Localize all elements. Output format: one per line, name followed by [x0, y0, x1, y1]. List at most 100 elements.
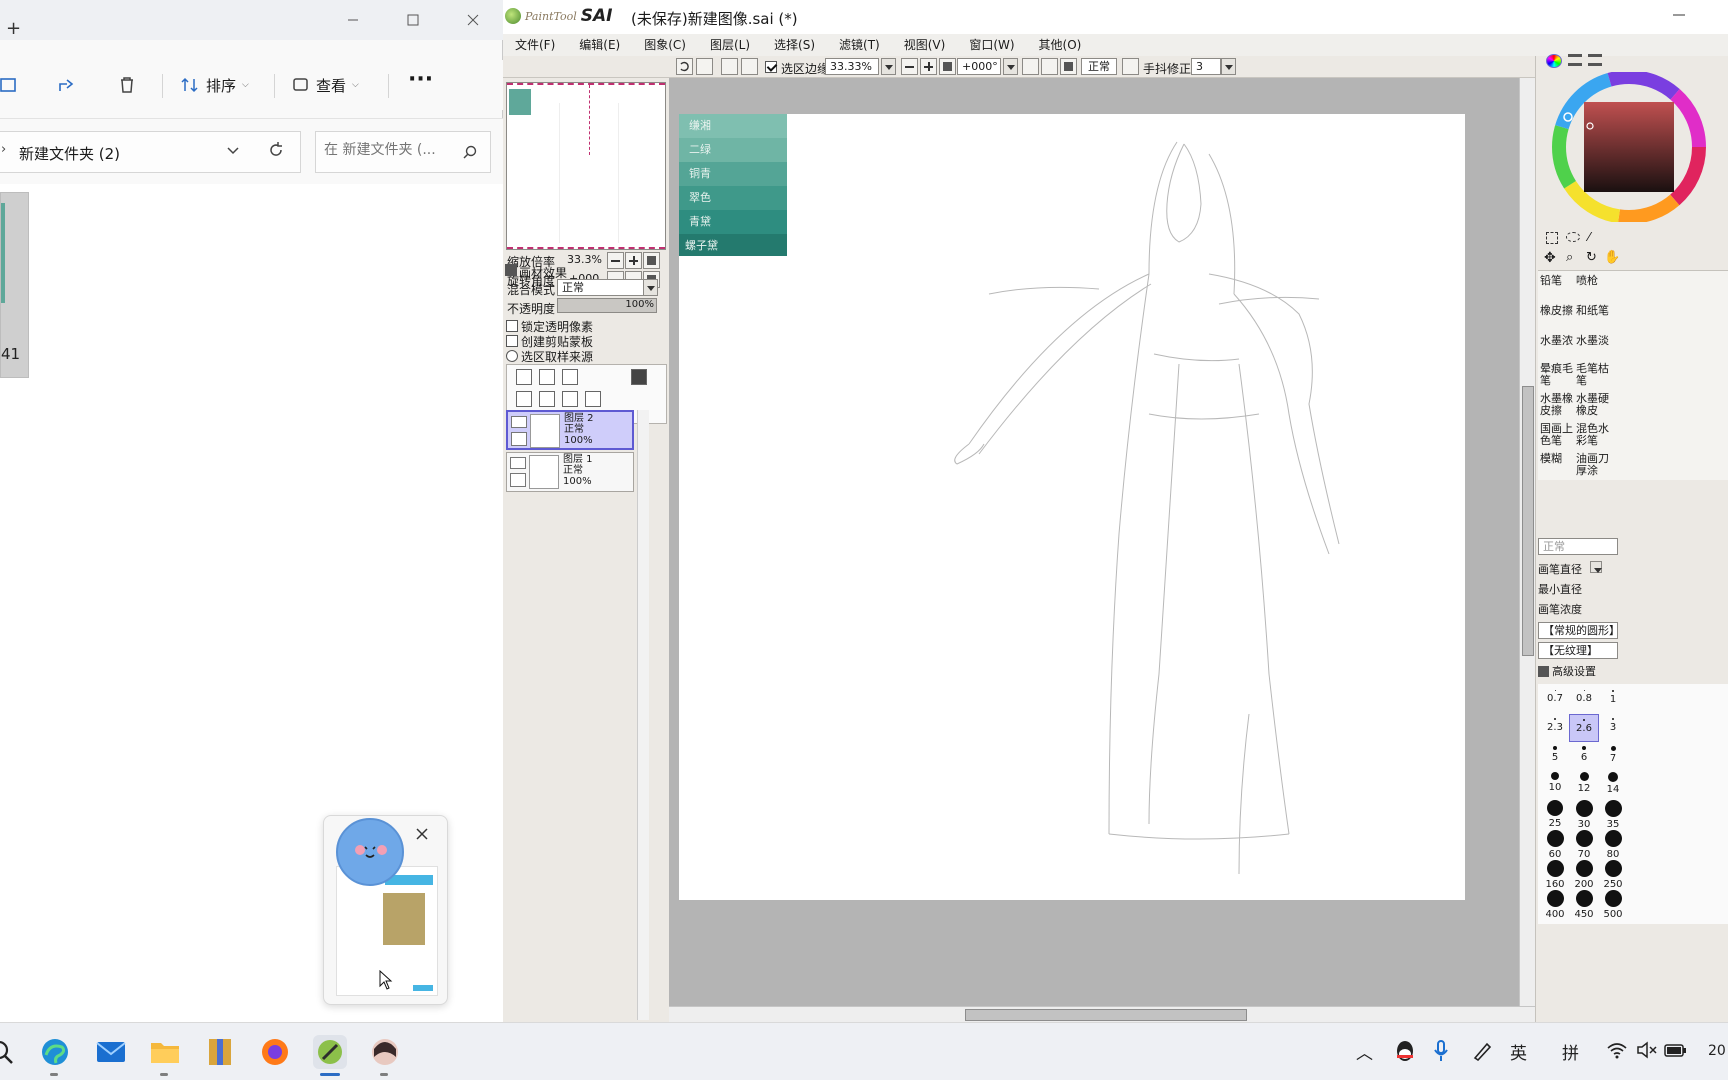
search-taskbar-button[interactable]	[0, 1035, 18, 1069]
size-cell[interactable]: 1	[1598, 690, 1628, 705]
rotate-reset-button[interactable]	[1060, 58, 1077, 75]
lock-transparency-checkbox[interactable]	[506, 320, 518, 332]
size-cell[interactable]: 70	[1569, 830, 1599, 860]
size-cell[interactable]: 12	[1569, 772, 1599, 794]
advanced-settings-label[interactable]: 高级设置	[1552, 666, 1596, 678]
selection-source-radio[interactable]	[506, 350, 518, 362]
invert-selection-button[interactable]	[741, 58, 758, 75]
tool-pencil[interactable]: 铅笔	[1540, 275, 1562, 287]
tool-dry-brush[interactable]: 毛笔枯笔	[1576, 363, 1610, 387]
size-cell[interactable]: 400	[1540, 890, 1570, 920]
rotation-dropdown[interactable]	[1003, 58, 1018, 75]
menu-edit[interactable]: 编辑(E)	[567, 34, 632, 56]
rect-select-icon[interactable]	[1546, 232, 1558, 244]
zoom-field[interactable]: 33.33%	[825, 58, 879, 75]
new-folder-icon[interactable]	[562, 369, 578, 385]
clear-layer-icon[interactable]	[562, 391, 578, 407]
zoom-tool-icon[interactable]: ⌕	[1566, 250, 1573, 265]
deselect-button[interactable]	[721, 58, 738, 75]
menu-selection[interactable]: 选择(S)	[762, 34, 827, 56]
canvas-horizontal-scrollbar[interactable]	[669, 1006, 1535, 1022]
size-cell[interactable]: 10	[1540, 772, 1570, 793]
ime-mode-indicator[interactable]: 拼	[1562, 1039, 1579, 1064]
volume-muted-icon[interactable]	[1636, 1041, 1658, 1059]
delete-layer-icon[interactable]	[585, 391, 601, 407]
menu-canvas[interactable]: 图象(C)	[632, 34, 698, 56]
selection-edge-checkbox[interactable]	[765, 61, 777, 73]
brush-size-dropdown[interactable]	[1590, 561, 1602, 573]
size-cell[interactable]: 5	[1540, 746, 1570, 763]
zoom-in-button[interactable]	[920, 58, 937, 75]
merge-layer-icon[interactable]	[539, 391, 555, 407]
tool-ink-eraser[interactable]: 水墨橡皮擦	[1540, 393, 1574, 417]
rgb-slider-tab-icon[interactable]	[1568, 54, 1582, 66]
zoom-reset-button[interactable]	[939, 58, 956, 75]
new-linework-layer-icon[interactable]	[539, 369, 555, 385]
redo-button[interactable]	[696, 58, 713, 75]
avatar-app-taskbar-button[interactable]	[368, 1035, 402, 1069]
rotate-tool-icon[interactable]: ↻	[1586, 250, 1597, 265]
blend-mode-select[interactable]: 正常	[557, 279, 645, 296]
rename-button[interactable]	[0, 70, 24, 100]
size-cell[interactable]: 160	[1540, 860, 1570, 890]
stabilizer-dropdown[interactable]	[1221, 58, 1236, 75]
nav-zoom-out-button[interactable]	[607, 252, 624, 269]
opacity-slider[interactable]: 100%	[557, 298, 657, 313]
eye-icon[interactable]	[510, 457, 526, 469]
size-cell[interactable]: 14	[1598, 772, 1628, 795]
rotation-field[interactable]: +000°	[957, 58, 1001, 75]
qq-icon[interactable]	[1394, 1039, 1416, 1063]
address-bar[interactable]: › 新建文件夹 (2)	[0, 131, 301, 173]
canvas[interactable]: 缣湘 二绿 铜青 翠色 青黛 螺子黛	[679, 114, 1465, 900]
size-cell[interactable]: 0.8	[1569, 690, 1599, 704]
tool-blur[interactable]: 模糊	[1540, 453, 1562, 465]
eye-icon[interactable]	[511, 416, 527, 428]
clipping-mask-checkbox[interactable]	[506, 335, 518, 347]
size-cell[interactable]: 30	[1569, 800, 1599, 830]
brush-mode-select[interactable]: 正常	[1538, 538, 1618, 555]
menu-view[interactable]: 视图(V)	[892, 34, 958, 56]
size-cell[interactable]: 6	[1569, 746, 1599, 763]
tool-ink-dense[interactable]: 水墨浓	[1540, 335, 1573, 347]
minimize-icon[interactable]	[1671, 6, 1687, 22]
edge-taskbar-button[interactable]	[38, 1035, 72, 1069]
maximize-button[interactable]	[390, 6, 436, 34]
menu-window[interactable]: 窗口(W)	[957, 34, 1026, 56]
size-cell[interactable]: 3	[1598, 718, 1628, 733]
color-wheel[interactable]	[1544, 72, 1724, 222]
nav-zoom-reset-button[interactable]	[643, 252, 660, 269]
menu-filter[interactable]: 滤镜(T)	[827, 34, 892, 56]
size-cell[interactable]: 60	[1540, 830, 1570, 860]
firefox-taskbar-button[interactable]	[258, 1035, 292, 1069]
zoom-dropdown[interactable]	[881, 58, 896, 75]
minimize-button[interactable]	[330, 6, 376, 34]
rotate-left-button[interactable]	[1022, 58, 1039, 75]
close-button[interactable]	[450, 6, 496, 34]
rotate-right-button[interactable]	[1041, 58, 1058, 75]
size-cell[interactable]: 450	[1569, 890, 1599, 920]
search-input[interactable]	[324, 142, 464, 158]
size-cell[interactable]: 2.3	[1540, 718, 1570, 733]
size-cell[interactable]: 200	[1569, 860, 1599, 890]
stabilizer-field[interactable]: 3	[1191, 58, 1221, 75]
menu-others[interactable]: 其他(O)	[1027, 34, 1094, 56]
mail-taskbar-button[interactable]	[94, 1035, 128, 1069]
blend-mode-dropdown[interactable]	[643, 279, 658, 296]
flip-button[interactable]	[1122, 58, 1139, 75]
tool-eraser[interactable]: 橡皮擦	[1540, 305, 1574, 317]
color-wheel-tab-icon[interactable]	[1546, 54, 1562, 68]
clock[interactable]: 20	[1708, 1043, 1726, 1059]
tool-ink-hard-eraser[interactable]: 水墨硬橡皮	[1576, 393, 1610, 417]
tool-guohua-brush[interactable]: 国画上色笔	[1540, 423, 1574, 447]
lasso-icon[interactable]	[1566, 232, 1580, 242]
undo-button[interactable]	[676, 58, 693, 75]
chevron-up-icon[interactable]: ︿	[1356, 1039, 1373, 1064]
tool-bleed-brush[interactable]: 晕痕毛笔	[1540, 363, 1574, 387]
size-cell[interactable]: 25	[1540, 800, 1570, 829]
tool-airbrush[interactable]: 喷枪	[1576, 275, 1598, 287]
zoom-out-button[interactable]	[901, 58, 918, 75]
magic-wand-icon[interactable]: ⁄	[1588, 230, 1590, 244]
canvas-vertical-scrollbar[interactable]	[1519, 78, 1535, 1006]
new-tab-button[interactable]: +	[6, 18, 21, 39]
breadcrumb[interactable]: 新建文件夹 (2)	[19, 143, 120, 164]
